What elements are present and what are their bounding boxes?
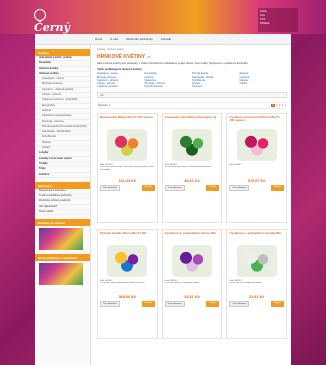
product-image[interactable] [107, 244, 148, 277]
main-content: Katalog › Hrnkové květiny HRNKOVÉ KVĚTIN… [97, 48, 287, 339]
sidebar: Katalog Jednoletek a letnič. rostliny Dvo… [35, 45, 91, 365]
product-description: 15-20 cm, široká škála barev, dlouho kve… [100, 281, 145, 284]
site-header: Černý Košík 0 ks 0 Kč Přihlásit [0, 0, 326, 34]
product-image[interactable] [107, 128, 148, 161]
logo-mark-icon [34, 9, 46, 21]
subcategory-link[interactable]: Primula obconica [145, 85, 193, 88]
product-description: 20-30 cm, pestré, vhodné do nádob. [164, 281, 200, 284]
nav-terms[interactable]: Obchodní podmínky [126, 37, 153, 41]
catalog-list: Jednoletek a letnič. rostliny Dvouletky Hr… [35, 56, 90, 178]
product-name[interactable]: Ranunculus Magic Mix F1 100 semen [100, 115, 155, 126]
product-image[interactable] [171, 244, 212, 277]
page-title-count: (49) [146, 56, 151, 59]
product-description: 30 cm, okrasný zelený, k balkónům a do n… [164, 165, 211, 168]
product-detail-button[interactable]: Více informací [164, 184, 185, 191]
add-to-cart-button[interactable]: Koupit [141, 184, 155, 191]
product-detail-button[interactable]: Více informací [100, 300, 120, 307]
product-detail-button[interactable]: Více informací [164, 300, 185, 307]
product-price: 370,67 Kč [247, 178, 266, 183]
subcategories-grid: Aspaňayus - zelené Euryopsflex Primula aca… [97, 72, 287, 88]
add-to-cart-button[interactable]: Koupit [141, 300, 155, 307]
product-price: 33,61 Kč [184, 294, 200, 299]
add-to-cart-button[interactable]: Koupit [271, 184, 284, 191]
promo-heading: Nabídky ke stažení [35, 219, 90, 227]
page-title-text: HRNKOVÉ KVĚTINY [97, 54, 145, 60]
sort-bar: Řadit dle: ▾ 1 2 3 4» [97, 101, 287, 109]
product-description: 20-30 cm, bílé, vhodné do nádob. [229, 281, 262, 284]
info-link[interactable]: Četné otázky [35, 210, 90, 216]
sidebar-item[interactable]: Zelenina [35, 173, 90, 178]
product-image[interactable] [236, 128, 277, 161]
catalog-heading: Katalog [35, 49, 90, 56]
top-navigation: Úvod O nás Obchodní podmínky Kontakt [35, 34, 291, 45]
product-card[interactable]: Ranunculus Magic Mix F1 100 semen Kód: 04… [97, 112, 158, 223]
page-container: Úvod O nás Obchodní podmínky Kontakt Kat… [35, 34, 291, 365]
add-to-cart-button[interactable]: Koupit [206, 184, 220, 191]
promo2-heading: Nová publikace o květinách [35, 254, 90, 262]
product-name[interactable]: Asparagus densiflorus Sprengeri 4g [165, 115, 220, 126]
product-card[interactable]: Primula acaulis Orion Mix F1 25s Kód: 004… [97, 228, 158, 339]
product-detail-button[interactable]: Více informací [100, 184, 120, 191]
subcategories-title: Výběr podkategorie hrnkové květiny: [97, 68, 143, 72]
product-image[interactable] [171, 128, 212, 161]
product-name[interactable]: Cyclamen persicum Primera Mix F1 100 sem… [229, 115, 284, 126]
page-link[interactable]: » [285, 104, 286, 107]
page-link[interactable]: 4 [282, 104, 283, 107]
promo2-banner-image[interactable] [39, 263, 83, 286]
nav-contact[interactable]: Kontakt [161, 37, 171, 41]
add-to-cart-button[interactable]: Koupit [271, 300, 284, 307]
add-to-cart-button[interactable]: Koupit [206, 300, 220, 307]
site-logo[interactable]: Černý [34, 8, 74, 34]
breadcrumb[interactable]: Katalog › Hrnkové květiny [97, 48, 287, 51]
product-card[interactable]: Asparagus densiflorus Sprengeri 4g Kód: 0… [161, 112, 223, 223]
subcategory-link [240, 85, 288, 88]
product-description: 50-70 cm, pestrá směs, velké plné květy,… [100, 165, 154, 171]
nav-about[interactable]: O nás [110, 37, 118, 41]
product-price: 48,62 Kč [184, 178, 200, 183]
info-heading: Informace [35, 181, 90, 189]
product-price: 22,81 Kč [248, 294, 265, 299]
product-detail-button[interactable]: Více informací [229, 184, 250, 191]
filter-box[interactable]: Filtr [97, 91, 287, 98]
product-detail-button[interactable]: Více informací [229, 300, 250, 307]
product-description [229, 166, 284, 177]
cart-box[interactable]: Košík 0 ks 0 Kč Přihlásit [258, 8, 298, 32]
pagination: 1 2 3 4» [270, 103, 286, 107]
page-link[interactable]: 1 [271, 103, 275, 107]
subcategory-link[interactable]: Hortenzie [192, 85, 240, 88]
info-list: Bezpečnostní informace Trvalé a pobídkové… [35, 189, 90, 216]
logo-text: Černý [34, 21, 70, 34]
page-link[interactable]: 2 [276, 104, 277, 107]
product-card[interactable]: Cyclamen x. polyanthum Arioso Mix Kód: 00… [161, 228, 223, 339]
filter-label: Filtr [100, 93, 104, 97]
subcategory-link[interactable]: Cyklamen persicum [97, 85, 145, 88]
page-link[interactable]: 3 [279, 104, 280, 107]
page-title: HRNKOVÉ KVĚTINY (49) [97, 54, 287, 60]
product-card[interactable]: Cyclamen persicum Primera Mix F1 100 sem… [226, 112, 287, 223]
product-name[interactable]: Cyclamen x. polyanthum Jungle Mix [229, 231, 284, 242]
sort-select[interactable]: Řadit dle: ▾ [98, 104, 110, 107]
product-name[interactable]: Primula acaulis Orion Mix F1 25s [100, 231, 155, 242]
product-name[interactable]: Cyclamen x. polyanthum Arioso Mix [165, 231, 220, 242]
product-price: 368,00 Kč [118, 294, 137, 299]
promo-banner-image[interactable] [39, 228, 83, 251]
login-link[interactable]: Přihlásit [260, 22, 296, 26]
nav-home[interactable]: Úvod [95, 37, 102, 41]
category-description: Naše hrnkové květiny jsou pěstovány v na… [97, 62, 249, 65]
product-image[interactable] [236, 244, 277, 277]
product-grid: Ranunculus Magic Mix F1 100 semen Kód: 04… [97, 112, 287, 339]
product-price: 161,24 Kč [118, 178, 137, 183]
product-card[interactable]: Cyclamen x. polyanthum Jungle Mix Kód: 00… [226, 228, 287, 339]
